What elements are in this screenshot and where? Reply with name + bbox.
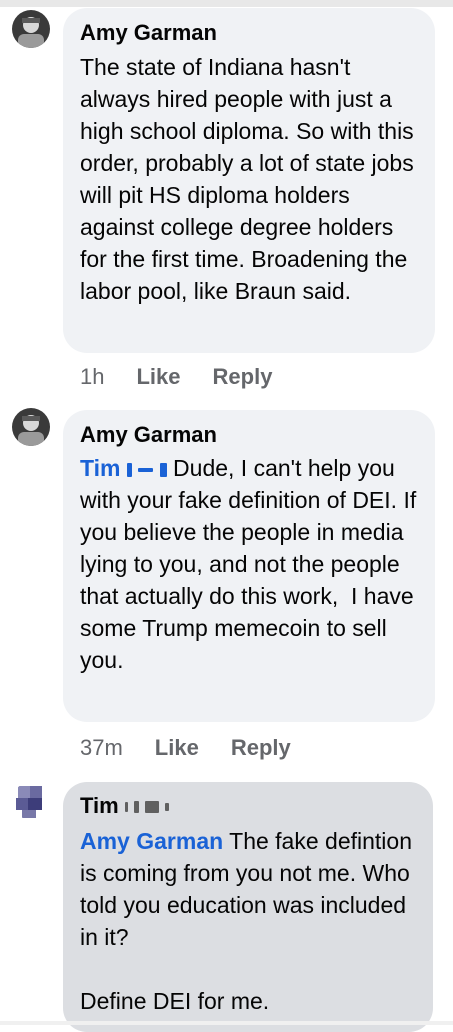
- mention-link[interactable]: Amy Garman: [80, 828, 223, 854]
- comment-text: The state of Indiana hasn't always hired…: [80, 54, 421, 304]
- reply-button[interactable]: Reply: [213, 364, 273, 390]
- profile-photo-icon: [12, 10, 50, 48]
- like-button[interactable]: Like: [155, 735, 199, 761]
- profile-photo-icon: [12, 408, 50, 446]
- comment-text: Amy Garman The fake defintion is coming …: [80, 825, 417, 1017]
- avatar[interactable]: [12, 782, 50, 820]
- comment-timestamp[interactable]: 1h: [80, 364, 104, 390]
- avatar[interactable]: [12, 10, 50, 48]
- comment-actions: 1h Like Reply: [80, 362, 272, 392]
- reply-button[interactable]: Reply: [231, 735, 291, 761]
- comment-author[interactable]: Tim: [80, 792, 417, 820]
- comment-bubble: Amy Garman The state of Indiana hasn't a…: [63, 8, 435, 353]
- comment-author[interactable]: Amy Garman: [80, 19, 419, 47]
- comment-author[interactable]: Amy Garman: [80, 421, 419, 449]
- redacted-name: [120, 455, 167, 481]
- like-button[interactable]: Like: [136, 364, 180, 390]
- comment-bubble-highlighted: Tim Amy Garman The fake defintion is com…: [63, 782, 433, 1032]
- mention-link[interactable]: Tim: [80, 455, 120, 481]
- bottom-divider: [0, 1021, 453, 1025]
- comment-actions: 37m Like Reply: [80, 733, 291, 763]
- top-divider: [0, 0, 453, 7]
- redacted-name: [119, 793, 170, 818]
- avatar[interactable]: [12, 408, 50, 446]
- comment-text: Tim Dude, I can't help you with your fak…: [80, 452, 419, 676]
- comment-body: Dude, I can't help you with your fake de…: [80, 455, 423, 673]
- comment-timestamp[interactable]: 37m: [80, 735, 123, 761]
- comment-body: The fake defintion is coming from you no…: [80, 828, 412, 1014]
- blurred-profile-photo-icon: [12, 782, 50, 820]
- comment-bubble: Amy Garman Tim Dude, I can't help you wi…: [63, 410, 435, 722]
